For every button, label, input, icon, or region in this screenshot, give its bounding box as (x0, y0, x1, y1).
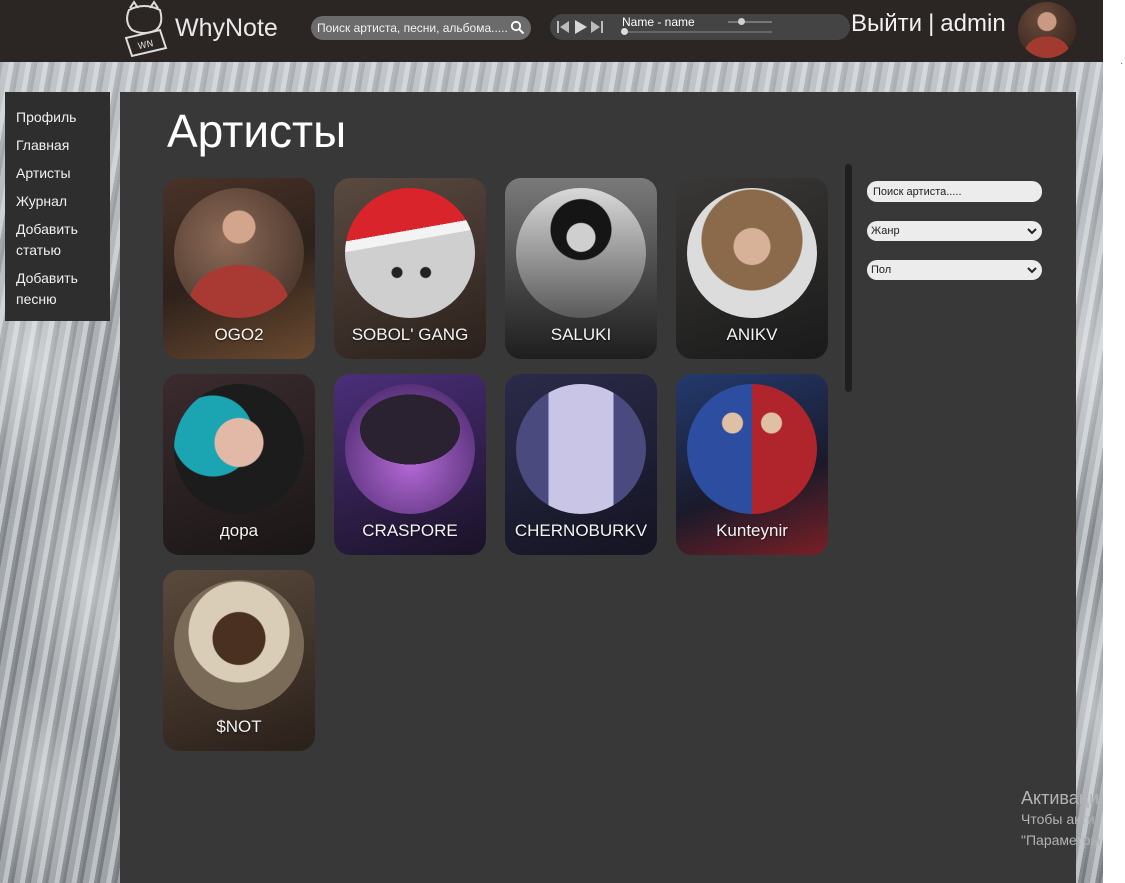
top-header: WN WhyNote Name - name Выйти|admin (0, 0, 1103, 62)
sidebar-item-profile[interactable]: Профиль (16, 107, 110, 128)
play-icon[interactable] (572, 19, 588, 35)
chevron-down-icon (1027, 267, 1037, 274)
search-icon[interactable] (510, 20, 525, 35)
artist-photo (345, 188, 475, 318)
gender-select[interactable]: Пол (867, 260, 1042, 280)
artist-search-input[interactable] (867, 181, 1042, 202)
artist-name: SOBOL' GANG (351, 325, 469, 344)
artist-name: OGO2 (214, 325, 264, 344)
sidebar-item-artists[interactable]: Артисты (16, 163, 110, 184)
artist-card[interactable]: OGO2 (163, 178, 315, 359)
artist-name: $NOT (216, 717, 262, 736)
gender-select-value: Пол (871, 264, 892, 276)
genre-select-value: Жанр (871, 225, 900, 237)
genre-select[interactable]: Жанр (867, 221, 1042, 241)
artist-card[interactable]: дора (163, 374, 315, 555)
sidebar-item-add-article[interactable]: Добавить статью (16, 219, 110, 261)
artist-card[interactable]: Kunteynir (676, 374, 828, 555)
activation-watermark: Активаци Чтобы акти "Параметры (1021, 788, 1101, 851)
edge-mark: · (1120, 58, 1124, 69)
volume-slider-track[interactable] (728, 21, 772, 23)
next-track-icon[interactable] (589, 19, 605, 35)
main-panel: Артисты OGO2 SOBOL' GANG SALUKI ANIKV до… (120, 92, 1076, 883)
artist-photo (174, 384, 304, 514)
artist-photo (516, 188, 646, 318)
sidebar-item-home[interactable]: Главная (16, 135, 110, 156)
watermark-line: Чтобы акти (1021, 811, 1095, 827)
artist-photo (174, 580, 304, 710)
artist-photo (687, 188, 817, 318)
global-search-input[interactable] (317, 21, 507, 35)
artist-photo (174, 188, 304, 318)
artist-photo (345, 384, 475, 514)
auth-separator: | (928, 10, 935, 37)
artist-name: SALUKI (550, 325, 612, 344)
logo-cat-icon[interactable]: WN (120, 0, 172, 60)
artist-card[interactable]: SALUKI (505, 178, 657, 359)
artist-name: CRASPORE (362, 521, 458, 540)
artist-name: Kunteynir (716, 521, 788, 540)
audio-player: Name - name (550, 14, 850, 40)
sidebar: Профиль Главная Артисты Журнал Добавить … (5, 92, 110, 321)
artist-card[interactable]: CHERNOBURKV (505, 374, 657, 555)
sidebar-item-journal[interactable]: Журнал (16, 191, 110, 212)
previous-track-icon[interactable] (555, 19, 571, 35)
global-search (311, 16, 531, 40)
artist-card[interactable]: CRASPORE (334, 374, 486, 555)
svg-text:WN: WN (137, 39, 154, 52)
volume-slider-handle[interactable] (738, 18, 745, 25)
logo-text[interactable]: WhyNote (175, 14, 278, 43)
artist-card[interactable]: ANIKV (676, 178, 828, 359)
auth-area: Выйти | admin (851, 10, 1006, 38)
artist-photo (687, 384, 817, 514)
page-title: Артисты (167, 105, 347, 157)
avatar[interactable] (1018, 2, 1076, 58)
username-link[interactable]: admin (940, 10, 1005, 37)
progress-slider-track[interactable] (622, 31, 772, 33)
track-title: Name - name (622, 15, 695, 29)
artist-grid-scrollbar[interactable] (845, 164, 852, 392)
artist-name: дора (219, 521, 259, 540)
artist-photo (516, 384, 646, 514)
watermark-line: "Параметры (1021, 832, 1101, 848)
logout-link[interactable]: Выйти (851, 10, 922, 37)
artist-card[interactable]: $NOT (163, 570, 315, 751)
chevron-down-icon (1027, 228, 1037, 235)
artist-name: ANIKV (726, 325, 778, 344)
artist-name: CHERNOBURKV (514, 521, 648, 540)
watermark-title: Активаци (1021, 788, 1100, 808)
progress-slider-handle[interactable] (621, 28, 628, 35)
sidebar-item-add-song[interactable]: Добавить песню (16, 268, 110, 310)
artist-card[interactable]: SOBOL' GANG (334, 178, 486, 359)
